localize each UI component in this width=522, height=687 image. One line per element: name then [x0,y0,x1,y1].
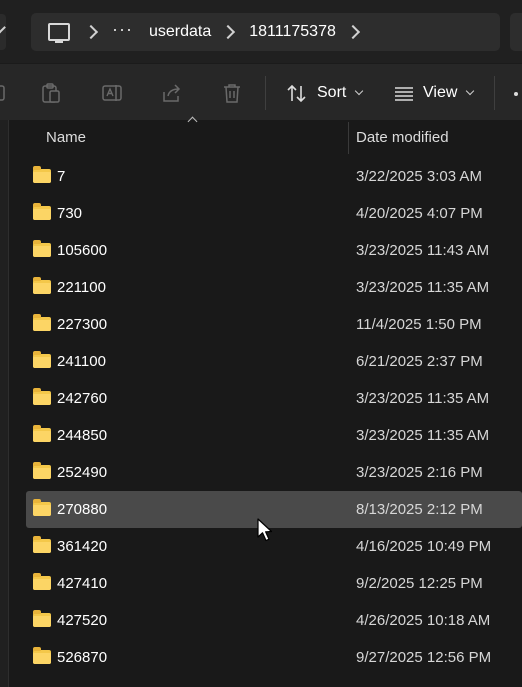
file-list: 7 3/22/2025 3:03 AM 730 4/20/2025 4:07 PM 10… [9,158,522,676]
this-pc-icon[interactable] [48,23,70,43]
folder-icon [33,203,51,220]
folder-icon [33,388,51,405]
chevron-right-icon[interactable] [83,24,99,40]
file-name: 7 [57,168,66,185]
file-row[interactable]: 427410 9/2/2025 12:25 PM [9,565,522,602]
file-date-modified: 6/21/2025 2:37 PM [356,353,483,370]
file-date-modified: 9/2/2025 12:25 PM [356,575,483,592]
address-bar-region: ··· userdata 1811175378 [0,0,522,63]
file-date-modified: 3/23/2025 2:16 PM [356,464,483,481]
chevron-down-icon [466,86,475,96]
file-name: 427520 [57,612,108,629]
more-options-icon[interactable] [514,92,518,96]
file-name: 361420 [57,538,108,555]
file-name: 526870 [57,649,108,666]
folder-icon [33,499,51,516]
command-bar: Sort View [0,63,522,120]
folder-icon [33,462,51,479]
mouse-cursor-icon [257,518,273,542]
column-header-date-modified[interactable]: Date modified [356,129,449,146]
view-button[interactable]: View [393,78,475,108]
file-date-modified: 3/23/2025 11:35 AM [356,279,490,296]
file-date-modified: 3/23/2025 11:35 AM [356,427,490,444]
column-header-name[interactable]: Name [46,129,86,146]
file-row[interactable]: 252490 3/23/2025 2:16 PM [9,454,522,491]
file-row[interactable]: 244850 3/23/2025 11:35 AM [9,417,522,454]
folder-icon [33,166,51,183]
file-date-modified: 3/23/2025 11:43 AM [356,242,490,259]
file-name: 270880 [57,501,108,518]
folder-icon [33,425,51,442]
file-name: 105600 [57,242,108,259]
file-row[interactable]: 105600 3/23/2025 11:43 AM [9,232,522,269]
folder-icon [33,277,51,294]
rename-icon[interactable] [101,82,123,104]
file-row[interactable]: 227300 11/4/2025 1:50 PM [9,306,522,343]
file-name: 427410 [57,575,108,592]
file-name: 730 [57,205,83,222]
address-bar[interactable]: ··· userdata 1811175378 [31,13,500,51]
file-row[interactable]: 427520 4/26/2025 10:18 AM [9,602,522,639]
file-name: 221100 [57,279,106,296]
file-date-modified: 3/22/2025 3:03 AM [356,168,482,185]
file-date-modified: 4/20/2025 4:07 PM [356,205,483,222]
folder-icon [33,314,51,331]
paste-icon[interactable] [40,82,62,104]
folder-icon [33,647,51,664]
file-name: 252490 [57,464,108,481]
sort-icon [287,84,306,103]
file-name: 242760 [57,390,108,407]
view-label: View [423,84,458,101]
chevron-right-icon [0,21,6,34]
toolbar-divider [265,76,266,110]
file-row[interactable]: 241100 6/21/2025 2:37 PM [9,343,522,380]
view-icon [395,87,413,101]
toolbar-divider [494,76,495,110]
breadcrumb-item-userdata[interactable]: userdata [149,13,211,51]
chevron-down-icon [355,86,364,96]
file-date-modified: 8/13/2025 2:12 PM [356,501,483,518]
navigation-pane-edge [0,120,9,687]
folder-icon [33,240,51,257]
chevron-right-icon[interactable] [221,24,236,40]
file-date-modified: 4/16/2025 10:49 PM [356,538,492,555]
file-row[interactable]: 730 4/20/2025 4:07 PM [9,195,522,232]
sort-label: Sort [317,84,347,101]
file-date-modified: 3/23/2025 11:35 AM [356,390,490,407]
forward-button-edge[interactable] [0,14,6,50]
folder-icon [33,536,51,553]
delete-icon[interactable] [221,82,243,104]
file-name: 241100 [57,353,106,370]
file-name: 227300 [57,316,108,333]
search-box-edge[interactable] [510,13,522,51]
file-row[interactable]: 526870 9/27/2025 12:56 PM [9,639,522,676]
breadcrumb-overflow[interactable]: ··· [112,10,133,48]
file-date-modified: 4/26/2025 10:18 AM [356,612,491,629]
chevron-right-icon[interactable] [345,24,360,40]
sort-button[interactable]: Sort [285,78,364,108]
file-row[interactable]: 7 3/22/2025 3:03 AM [9,158,522,195]
folder-icon [33,351,51,368]
column-separator[interactable] [348,122,349,154]
file-date-modified: 11/4/2025 1:50 PM [356,316,482,333]
file-date-modified: 9/27/2025 12:56 PM [356,649,492,666]
file-name: 244850 [57,427,108,444]
breadcrumb-item-current[interactable]: 1811175378 [249,13,336,51]
folder-icon [33,610,51,627]
file-row[interactable]: 221100 3/23/2025 11:35 AM [9,269,522,306]
file-row[interactable]: 242760 3/23/2025 11:35 AM [9,380,522,417]
share-icon[interactable] [161,82,183,104]
file-row[interactable]: 270880 8/13/2025 2:12 PM [26,491,522,528]
cut-icon[interactable] [0,82,8,104]
folder-icon [33,573,51,590]
column-header-row: Name Date modified [9,120,522,154]
